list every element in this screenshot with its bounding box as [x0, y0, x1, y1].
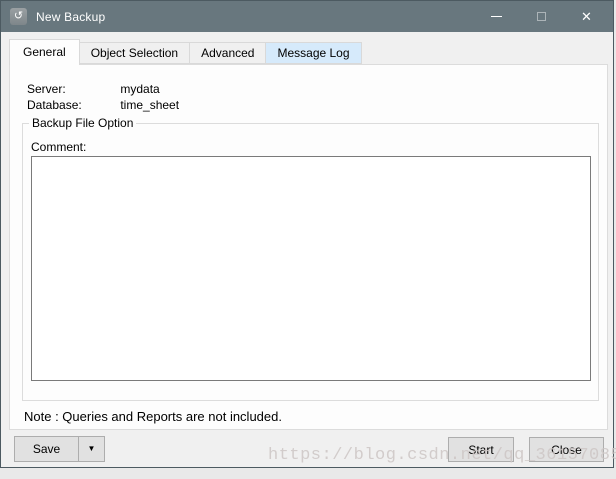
groupbox-legend: Backup File Option — [29, 116, 136, 130]
tab-message-log[interactable]: Message Log — [265, 42, 361, 64]
window-title: New Backup — [36, 10, 105, 24]
new-backup-dialog: ↺ New Backup ✕ General Object Selection … — [0, 0, 614, 468]
close-window-button[interactable]: ✕ — [564, 1, 609, 32]
note-text: Note : Queries and Reports are not inclu… — [24, 409, 282, 424]
footer: Save ▼ Start Close — [1, 429, 613, 467]
comment-label: Comment: — [31, 140, 86, 154]
server-field: Server: mydata — [27, 82, 160, 96]
maximize-icon — [537, 12, 546, 21]
database-value: time_sheet — [120, 98, 179, 112]
database-label: Database: — [27, 98, 117, 112]
server-label: Server: — [27, 82, 117, 96]
server-value: mydata — [120, 82, 159, 96]
comment-input[interactable] — [31, 156, 591, 381]
close-button[interactable]: Close — [529, 437, 604, 462]
save-split-button: Save ▼ — [14, 436, 105, 462]
minimize-icon — [491, 16, 502, 17]
backup-file-option-groupbox: Backup File Option Comment: — [22, 123, 599, 401]
chevron-down-icon: ▼ — [88, 444, 96, 453]
close-icon: ✕ — [581, 10, 592, 23]
minimize-button[interactable] — [474, 1, 519, 32]
titlebar: ↺ New Backup ✕ — [1, 1, 613, 32]
save-button[interactable]: Save — [15, 437, 78, 461]
general-tab-page: Server: mydata Database: time_sheet Back… — [9, 64, 608, 430]
tab-advanced[interactable]: Advanced — [189, 42, 266, 64]
tab-strip: General Object Selection Advanced Messag… — [9, 39, 362, 64]
maximize-button[interactable] — [519, 1, 564, 32]
start-button[interactable]: Start — [448, 437, 514, 462]
tab-object-selection[interactable]: Object Selection — [79, 42, 190, 64]
save-dropdown-button[interactable]: ▼ — [78, 437, 104, 461]
window-controls: ✕ — [474, 1, 609, 32]
database-field: Database: time_sheet — [27, 98, 179, 112]
backup-app-icon: ↺ — [10, 8, 27, 25]
tab-general[interactable]: General — [9, 39, 80, 65]
